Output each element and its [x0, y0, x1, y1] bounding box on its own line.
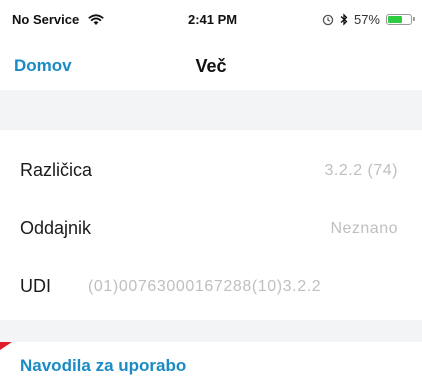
alarm-icon: [322, 14, 334, 25]
info-row-version: Različica 3.2.2 (74): [0, 142, 422, 200]
status-right-group: 57%: [322, 12, 415, 27]
battery-fill: [388, 16, 402, 23]
info-row-transmitter: Oddajnik Neznano: [0, 200, 422, 258]
battery-percent: 57%: [353, 12, 380, 27]
version-value: 3.2.2 (74): [324, 162, 398, 179]
wifi-icon: [88, 14, 104, 25]
user-manual-link[interactable]: Navodila za uporabo: [20, 356, 186, 376]
status-bar: No Service 2:41 PM 57%: [0, 0, 422, 40]
carrier-text: No Service: [12, 12, 80, 27]
udi-label: UDI: [20, 276, 51, 296]
page-title: Več: [195, 56, 227, 76]
status-time: 2:41 PM: [188, 12, 238, 27]
transmitter-label: Oddajnik: [20, 218, 92, 238]
section-separator: [0, 90, 422, 130]
transmitter-value: Neznano: [330, 220, 398, 237]
bluetooth-icon: [340, 13, 348, 26]
udi-value: (01)00763000167288(10)3.2.2: [88, 278, 322, 295]
version-label: Različica: [20, 160, 93, 180]
battery-icon: [386, 14, 415, 25]
navigation-bar: Domov Več: [0, 40, 422, 90]
section-separator-2: [0, 320, 422, 342]
info-row-udi: UDI (01)00763000167288(10)3.2.2: [0, 258, 422, 316]
carrier-label: No Service: [12, 12, 104, 27]
annotation-marker: [0, 342, 12, 350]
info-section: Različica 3.2.2 (74) Oddajnik Neznano UD…: [0, 130, 422, 320]
